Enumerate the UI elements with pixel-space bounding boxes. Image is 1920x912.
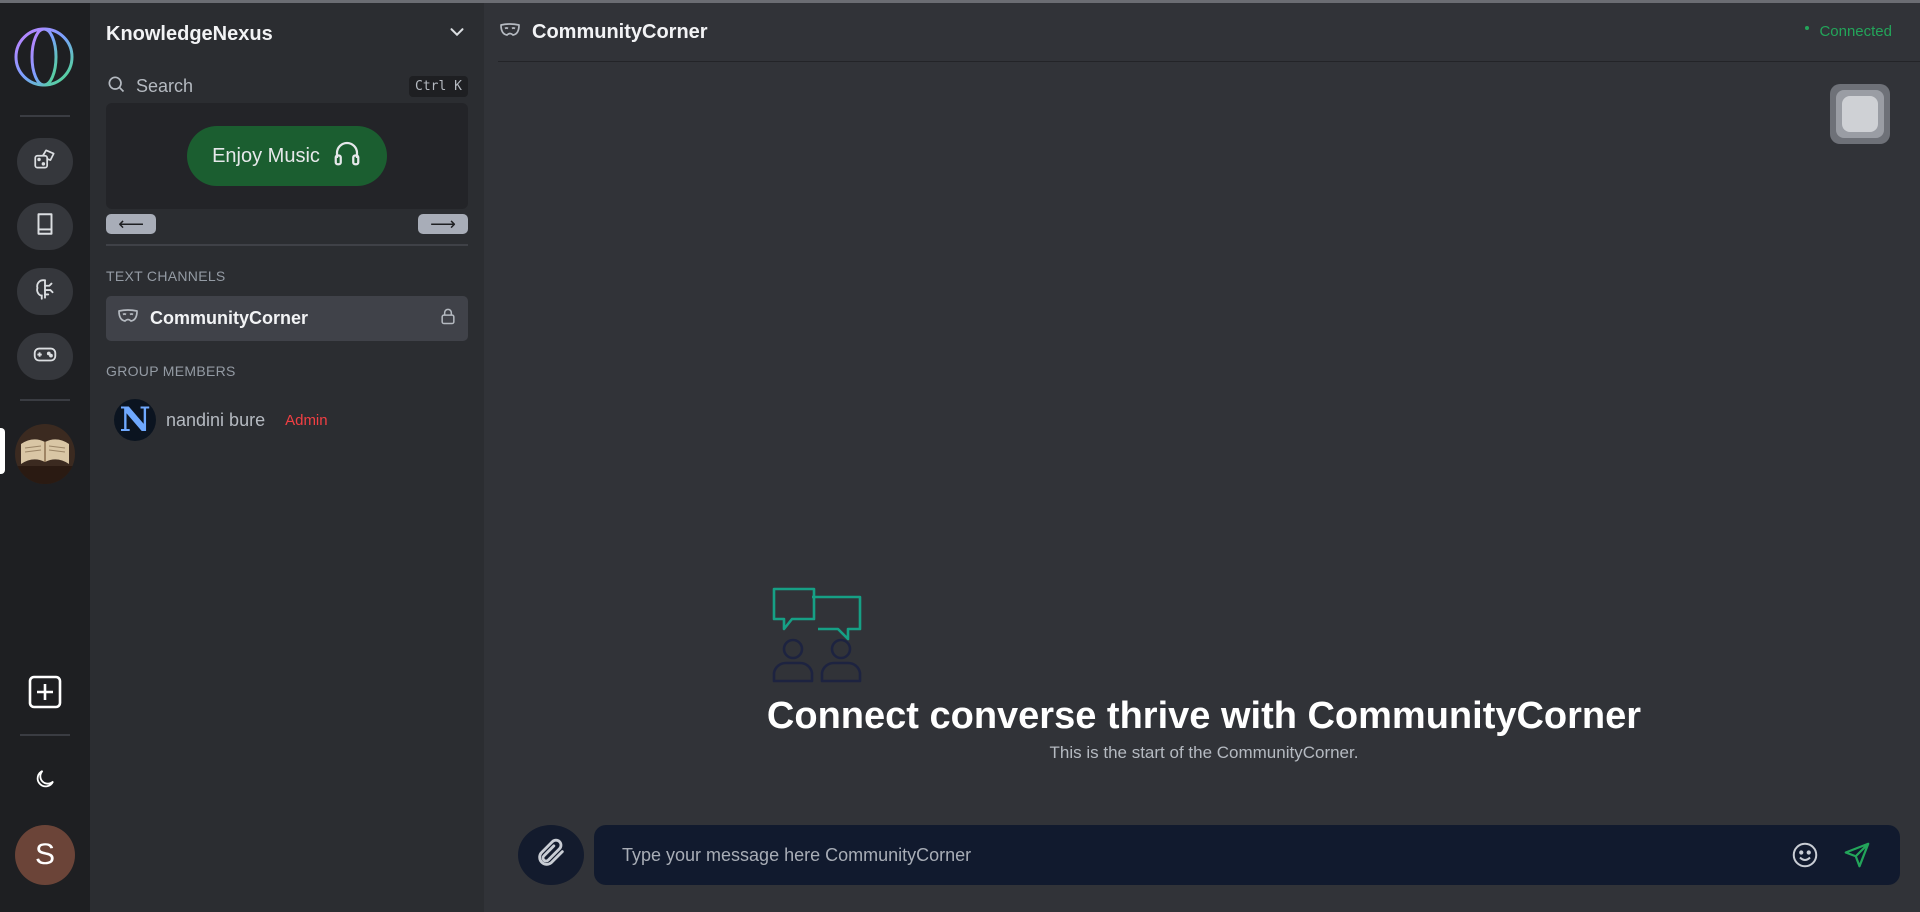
headphones-icon (332, 138, 362, 174)
dice-button[interactable] (17, 138, 73, 185)
message-composer (594, 825, 1900, 885)
gamepad-icon (32, 341, 58, 372)
message-input[interactable] (622, 844, 1774, 866)
chat-people-icon (768, 585, 868, 685)
group-members-heading: GROUP MEMBERS (106, 363, 236, 379)
paperclip-icon (534, 836, 568, 875)
next-arrow-button[interactable]: ⟶ (418, 214, 468, 234)
member-avatar: N (114, 399, 156, 441)
book-icon (32, 211, 58, 242)
text-channels-heading: TEXT CHANNELS (106, 268, 226, 284)
channel-communitycorner[interactable]: CommunityCorner (106, 296, 468, 341)
channel-name: CommunityCorner (150, 308, 309, 328)
attach-button[interactable] (518, 825, 584, 885)
music-label: Enjoy Music (212, 144, 320, 167)
right-arrow-icon: ⟶ (430, 214, 456, 234)
member-role-badge: Admin (285, 411, 328, 429)
search-button[interactable]: Search Ctrl K (106, 71, 468, 101)
prev-arrow-button[interactable]: ⟵ (106, 214, 156, 234)
chevron-down-icon (446, 21, 468, 48)
globe-logo-icon[interactable] (12, 25, 76, 89)
moon-icon (33, 767, 57, 796)
channel-header: CommunityCorner Connected (498, 3, 1920, 62)
plus-square-icon (27, 674, 63, 715)
rail-divider (20, 115, 70, 117)
server-header[interactable]: KnowledgeNexus (106, 19, 468, 49)
rail-divider (20, 734, 70, 736)
lock-icon (438, 306, 458, 331)
channel-title: CommunityCorner (532, 20, 708, 43)
status-dot (1805, 25, 1810, 30)
member-list-item[interactable]: N nandini bure Admin (114, 399, 328, 441)
send-icon (1844, 842, 1870, 868)
member-name: nandini bure (166, 409, 266, 430)
connection-status: Connected (1805, 23, 1892, 40)
music-panel: Enjoy Music (106, 103, 468, 209)
server-rail: S (0, 3, 90, 912)
library-button[interactable] (17, 203, 73, 250)
games-button[interactable] (17, 333, 73, 380)
window-top-border (0, 0, 1920, 3)
user-avatar-initial: S (34, 838, 55, 871)
sidebar-divider (106, 244, 468, 246)
active-server-indicator (0, 428, 5, 474)
search-icon (106, 74, 126, 99)
emoji-button[interactable] (1790, 840, 1820, 870)
smiley-icon (1792, 842, 1818, 868)
server-name: KnowledgeNexus (106, 22, 273, 45)
mask-icon (116, 304, 140, 333)
enjoy-music-button[interactable]: Enjoy Music (187, 126, 387, 186)
search-shortcut: Ctrl K (409, 75, 468, 97)
search-label: Search (136, 75, 194, 96)
status-text: Connected (1819, 23, 1892, 40)
dice-icon (32, 146, 58, 177)
theme-toggle-button[interactable] (20, 756, 70, 806)
brain-button[interactable] (17, 268, 73, 315)
open-book-server-icon (15, 424, 75, 484)
send-button[interactable] (1842, 840, 1872, 870)
welcome-title: Connect converse thrive with CommunityCo… (766, 695, 1642, 737)
add-server-button[interactable] (20, 669, 70, 719)
video-call-button[interactable] (1830, 84, 1890, 144)
server-knowledgenexus[interactable] (15, 424, 75, 484)
brain-icon (32, 276, 58, 307)
chat-area: CommunityCorner Connected Connect conver… (484, 3, 1920, 912)
user-avatar[interactable]: S (15, 825, 75, 885)
left-arrow-icon: ⟵ (118, 214, 144, 234)
mask-icon (498, 18, 522, 47)
channel-sidebar: KnowledgeNexus Search Ctrl K Enjoy Music… (90, 3, 484, 912)
welcome-subtitle: This is the start of the CommunityCorner… (1049, 743, 1359, 762)
rail-divider (20, 399, 70, 401)
